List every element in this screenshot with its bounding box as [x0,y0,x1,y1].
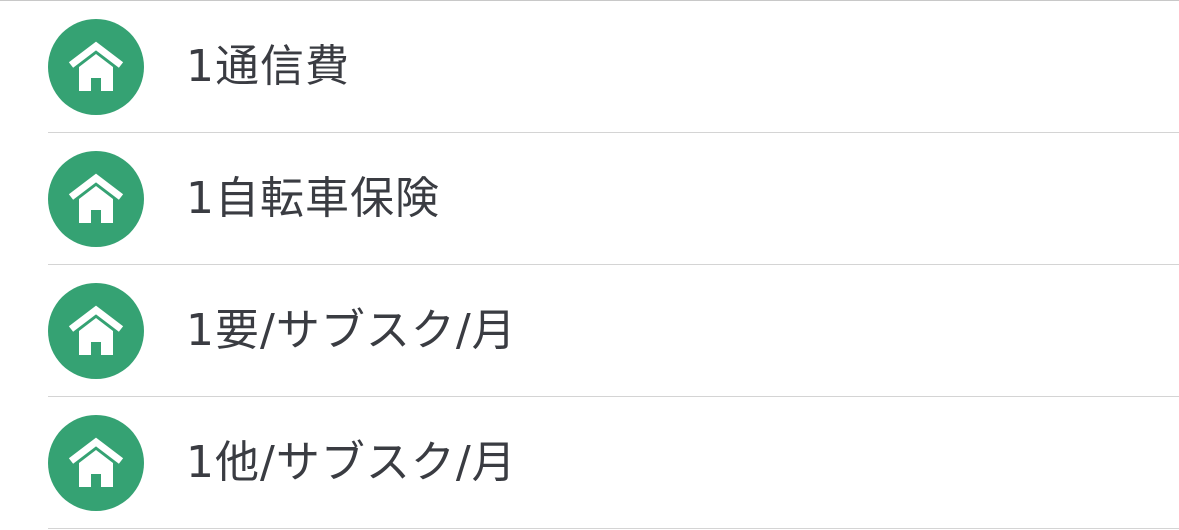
list-item[interactable]: 1他/サブスク/月 [0,397,1179,529]
list-item-label: 1他/サブスク/月 [186,437,517,488]
list-item[interactable]: 1要/サブスク/月 [0,265,1179,397]
list-item[interactable]: 1通信費 [0,1,1179,133]
list-item-label: 1通信費 [186,41,350,92]
home-icon [48,283,144,379]
category-list-screen: 1通信費 1自転車保険 1要/サブスク/月 1他/サブスク/月 [0,0,1179,530]
list-item-label: 1自転車保険 [186,173,440,224]
list-item-label: 1要/サブスク/月 [186,305,517,356]
category-list: 1通信費 1自転車保険 1要/サブスク/月 1他/サブスク/月 [0,1,1179,529]
home-icon [48,415,144,511]
home-icon [48,19,144,115]
list-item[interactable]: 1自転車保険 [0,133,1179,265]
home-icon [48,151,144,247]
